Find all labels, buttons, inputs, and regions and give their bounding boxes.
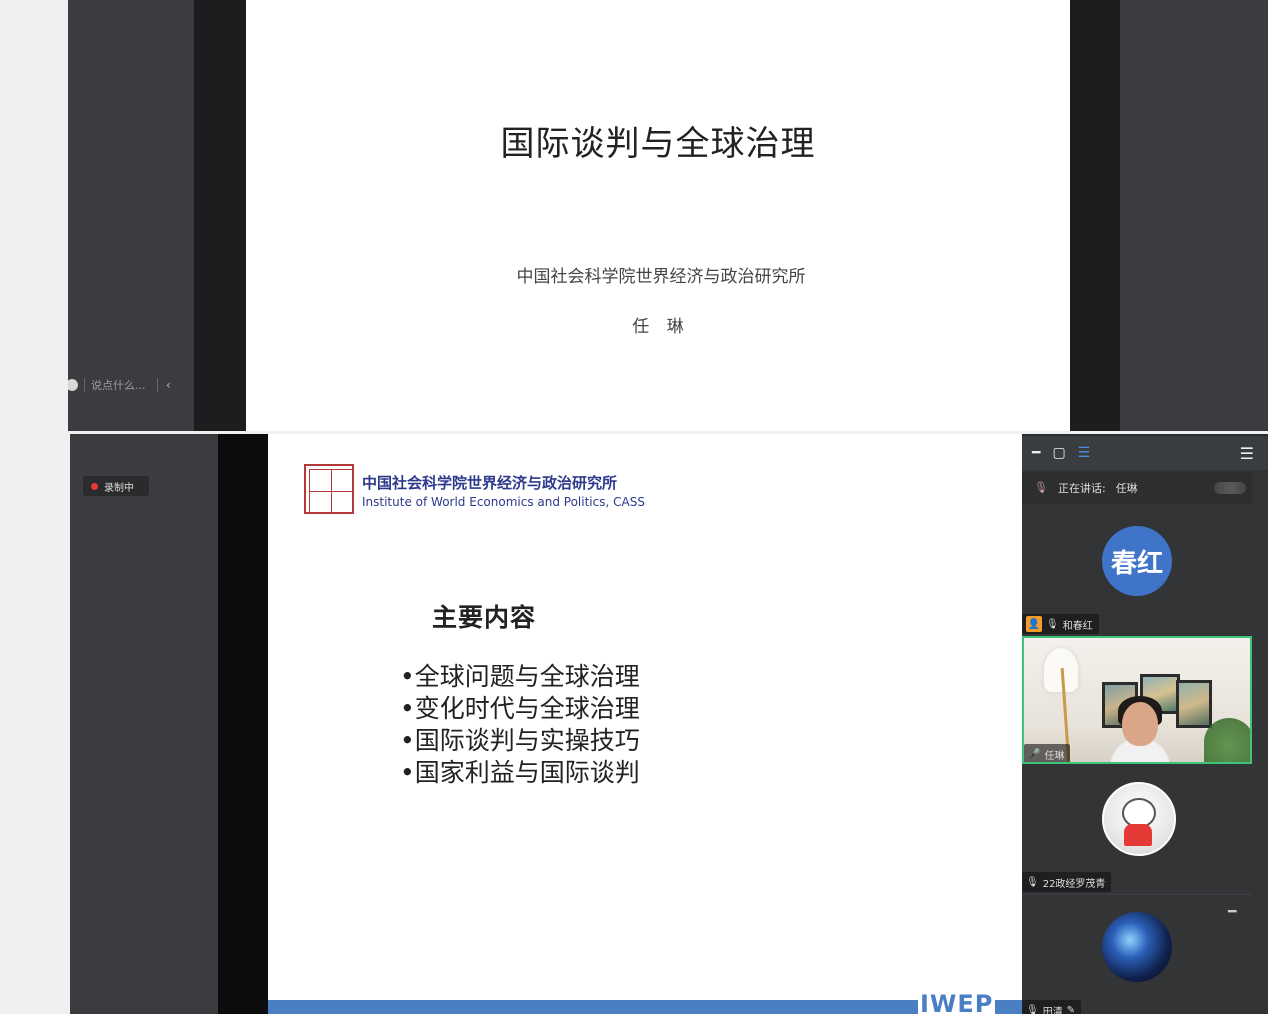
slide-heading: 主要内容 (432, 603, 537, 632)
participant-name: 22政经罗茂青 (1042, 878, 1106, 890)
chat-input[interactable]: 说点什么... (91, 377, 149, 393)
participant-video-tile[interactable]: 🎤 任琳 (1022, 636, 1252, 764)
mic-muted-icon: 🎙 (1026, 1004, 1039, 1014)
bottom-meeting-window: 录制中 中国社会科学院世界经济与政治研究所 Institute of World… (70, 434, 1268, 1014)
host-icon: 👤 (1026, 616, 1042, 632)
divider (84, 378, 85, 392)
mic-muted-icon: 🎙 (1046, 618, 1059, 630)
chat-input-bar: 说点什么... ‹ (68, 373, 194, 397)
speaking-indicator: 🎙 正在讲话: 任琳 (1022, 472, 1252, 504)
participant-name-tag: 🎙 22政经罗茂青 (1022, 872, 1112, 892)
left-panel: 录制中 (70, 434, 218, 1014)
recording-label: 录制中 (104, 482, 134, 494)
plant-image (1204, 718, 1250, 762)
edit-icon[interactable]: ✎ (1067, 1005, 1075, 1014)
collapse-chevron-icon[interactable]: ‹ (166, 378, 171, 392)
panel-toolbar: ━ ▢ ☰ ☰ (1022, 436, 1268, 470)
audio-wave-icon (1214, 482, 1246, 494)
list-item: •国际谈判与实操技巧 (400, 726, 640, 755)
window-icon[interactable]: ▢ (1052, 446, 1065, 460)
slide-author: 任 琳 (632, 317, 690, 337)
participants-panel: ━ ▢ ☰ ☰ 🎙 正在讲话: 任琳 春红 👤 🎙 和春红 🎤 任琳 🎙 22政… (1022, 436, 1268, 1014)
divider (157, 378, 158, 392)
participant-name-tag: 🎤 任琳 (1024, 744, 1071, 762)
shared-slide-contents: 中国社会科学院世界经济与政治研究所 Institute of World Eco… (268, 434, 1022, 1014)
list-item: •变化时代与全球治理 (400, 694, 640, 723)
participant-name: 田清 (1042, 1006, 1063, 1014)
letterbox-right (1070, 0, 1120, 431)
institute-name-cn: 中国社会科学院世界经济与政治研究所 (362, 474, 618, 492)
slide-bullet-list: •全球问题与全球治理 •变化时代与全球治理 •国际谈判与实操技巧 •国家利益与国… (400, 661, 640, 789)
right-panel: ‹ (1120, 0, 1268, 431)
list-item: •国家利益与国际谈判 (400, 758, 640, 787)
minimize-icon[interactable]: ━ (1032, 446, 1040, 460)
participant-name: 任琳 (1044, 750, 1065, 762)
participant-avatar[interactable]: 春红 (1102, 526, 1172, 596)
cartoon-body (1124, 824, 1152, 846)
emoji-icon[interactable] (68, 379, 78, 391)
seal-glyph (331, 469, 354, 492)
seal-glyph (309, 491, 332, 514)
slide-institute: 中国社会科学院世界经济与政治研究所 (516, 267, 806, 287)
participant-name: 和春红 (1062, 620, 1093, 632)
seal-glyph (309, 469, 332, 492)
institute-seal-logo (304, 464, 354, 514)
list-item: •全球问题与全球治理 (400, 662, 640, 691)
slide-title: 国际谈判与全球治理 (500, 124, 816, 164)
record-dot-icon (91, 482, 98, 490)
microphone-icon: 🎙 (1034, 481, 1048, 494)
mic-muted-icon: 🎙 (1026, 876, 1039, 888)
more-options-icon[interactable]: ━ (1228, 904, 1236, 920)
slide-footer-bar (268, 1000, 1022, 1014)
seal-glyph (331, 491, 354, 514)
participant-avatar[interactable] (1102, 912, 1172, 982)
slide-footer-logo-text: IWEP (918, 992, 996, 1014)
participant-name-tag: 👤 🎙 和春红 (1022, 614, 1099, 634)
left-chat-panel: 说点什么... ‹ (68, 0, 194, 431)
shared-slide-title: 国际谈判与全球治理 中国社会科学院世界经济与政治研究所 任 琳 (246, 0, 1070, 431)
divider (1022, 894, 1252, 895)
speaking-label: 正在讲话: (1057, 482, 1106, 495)
person-face (1122, 702, 1158, 746)
top-meeting-window: 说点什么... ‹ 国际谈判与全球治理 中国社会科学院世界经济与政治研究所 任 … (68, 0, 1268, 431)
speaking-name: 任琳 (1115, 482, 1138, 495)
letterbox-left (218, 434, 268, 1014)
list-view-icon[interactable]: ☰ (1078, 446, 1091, 460)
participant-avatar[interactable] (1102, 782, 1176, 856)
institute-name-en: Institute of World Economics and Politic… (362, 495, 645, 509)
letterbox-left (194, 0, 246, 431)
menu-icon[interactable]: ☰ (1240, 444, 1254, 463)
recording-badge[interactable]: 录制中 (83, 476, 149, 496)
microphone-icon: 🎤 (1028, 748, 1041, 760)
wall-picture (1176, 680, 1212, 728)
participant-name-tag: 🎙 田清 ✎ (1022, 1000, 1082, 1014)
